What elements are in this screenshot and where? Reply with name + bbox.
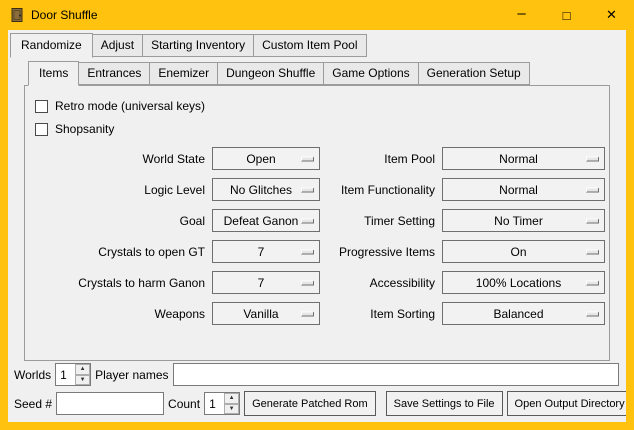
- client-area: Randomize Adjust Starting Inventory Cust…: [8, 30, 626, 422]
- world-state-label: World State: [33, 152, 205, 166]
- maximize-button[interactable]: □: [544, 0, 589, 30]
- generate-patched-rom-button[interactable]: Generate Patched Rom: [244, 391, 376, 416]
- window-controls: – □ ✕: [499, 0, 634, 30]
- dropdown-indicator-icon: [301, 187, 314, 192]
- bottom-bar: Worlds 1 ▲ ▼ Player names Seed # Count 1: [8, 363, 626, 422]
- tab-starting-inventory[interactable]: Starting Inventory: [142, 34, 254, 57]
- worlds-label: Worlds: [14, 368, 51, 382]
- item-pool-label: Item Pool: [327, 152, 435, 166]
- item-functionality-label: Item Functionality: [327, 183, 435, 197]
- retro-mode-row: Retro mode (universal keys): [35, 96, 601, 116]
- tab-items[interactable]: Items: [28, 61, 79, 86]
- dropdown-indicator-icon: [586, 187, 599, 192]
- player-names-label: Player names: [95, 368, 168, 382]
- dropdown-indicator-icon: [301, 311, 314, 316]
- shopsanity-label: Shopsanity: [55, 122, 114, 136]
- tab-dungeon-shuffle[interactable]: Dungeon Shuffle: [217, 62, 324, 85]
- tab-randomize[interactable]: Randomize: [10, 33, 93, 58]
- tab-generation-setup[interactable]: Generation Setup: [418, 62, 530, 85]
- inner-notebook: Items Entrances Enemizer Dungeon Shuffle…: [24, 61, 610, 361]
- close-button[interactable]: ✕: [589, 0, 634, 30]
- dropdown-indicator-icon: [301, 218, 314, 223]
- dropdown-indicator-icon: [301, 249, 314, 254]
- worlds-spinner[interactable]: 1 ▲ ▼: [55, 363, 91, 386]
- tab-custom-item-pool[interactable]: Custom Item Pool: [253, 34, 366, 57]
- weapons-label: Weapons: [33, 307, 205, 321]
- settings-grid: World State Open Item Pool Normal Logic …: [33, 147, 601, 325]
- crystals-ganon-label: Crystals to harm Ganon: [33, 276, 205, 290]
- tab-game-options[interactable]: Game Options: [323, 62, 418, 85]
- item-sorting-dropdown[interactable]: Balanced: [442, 302, 605, 325]
- goal-dropdown[interactable]: Defeat Ganon: [212, 209, 320, 232]
- spin-down-icon[interactable]: ▼: [75, 375, 90, 386]
- door-icon: [9, 7, 25, 23]
- save-settings-button[interactable]: Save Settings to File: [386, 391, 503, 416]
- retro-mode-checkbox[interactable]: [35, 100, 48, 113]
- dropdown-indicator-icon: [586, 156, 599, 161]
- open-output-directory-button[interactable]: Open Output Directory: [507, 391, 626, 416]
- dropdown-indicator-icon: [586, 311, 599, 316]
- timer-setting-dropdown[interactable]: No Timer: [442, 209, 605, 232]
- item-functionality-dropdown[interactable]: Normal: [442, 178, 605, 201]
- dropdown-indicator-icon: [586, 280, 599, 285]
- seed-row: Seed # Count 1 ▲ ▼ Generate Patched Rom …: [14, 391, 619, 416]
- player-names-input[interactable]: [173, 363, 620, 386]
- inner-tab-bar: Items Entrances Enemizer Dungeon Shuffle…: [28, 61, 610, 85]
- spin-down-icon[interactable]: ▼: [224, 404, 239, 415]
- count-spinner[interactable]: 1 ▲ ▼: [204, 392, 240, 415]
- crystals-ganon-dropdown[interactable]: 7: [212, 271, 320, 294]
- goal-label: Goal: [33, 214, 205, 228]
- timer-setting-label: Timer Setting: [327, 214, 435, 228]
- retro-mode-label: Retro mode (universal keys): [55, 99, 205, 113]
- count-label: Count: [168, 397, 200, 411]
- logic-level-label: Logic Level: [33, 183, 205, 197]
- shopsanity-checkbox[interactable]: [35, 123, 48, 136]
- tab-enemizer[interactable]: Enemizer: [149, 62, 218, 85]
- dropdown-indicator-icon: [301, 280, 314, 285]
- minimize-button[interactable]: –: [499, 0, 544, 30]
- outer-tab-bar: Randomize Adjust Starting Inventory Cust…: [10, 33, 626, 57]
- item-sorting-label: Item Sorting: [327, 307, 435, 321]
- accessibility-dropdown[interactable]: 100% Locations: [442, 271, 605, 294]
- shopsanity-row: Shopsanity: [35, 119, 601, 139]
- accessibility-label: Accessibility: [327, 276, 435, 290]
- dropdown-indicator-icon: [586, 249, 599, 254]
- dropdown-indicator-icon: [586, 218, 599, 223]
- world-state-dropdown[interactable]: Open: [212, 147, 320, 170]
- titlebar[interactable]: Door Shuffle – □ ✕: [0, 0, 634, 30]
- progressive-items-dropdown[interactable]: On: [442, 240, 605, 263]
- tab-adjust[interactable]: Adjust: [92, 34, 143, 57]
- worlds-row: Worlds 1 ▲ ▼ Player names: [14, 363, 619, 386]
- spin-up-icon[interactable]: ▲: [224, 393, 239, 404]
- items-panel: Retro mode (universal keys) Shopsanity W…: [24, 85, 610, 361]
- seed-input[interactable]: [56, 392, 164, 415]
- window-title: Door Shuffle: [31, 8, 98, 22]
- tab-entrances[interactable]: Entrances: [78, 62, 150, 85]
- spin-up-icon[interactable]: ▲: [75, 364, 90, 375]
- crystals-gt-label: Crystals to open GT: [33, 245, 205, 259]
- dropdown-indicator-icon: [301, 156, 314, 161]
- app-window: Door Shuffle – □ ✕ Randomize Adjust Star…: [0, 0, 634, 430]
- crystals-gt-dropdown[interactable]: 7: [212, 240, 320, 263]
- item-pool-dropdown[interactable]: Normal: [442, 147, 605, 170]
- seed-label: Seed #: [14, 397, 52, 411]
- weapons-dropdown[interactable]: Vanilla: [212, 302, 320, 325]
- progressive-items-label: Progressive Items: [327, 245, 435, 259]
- logic-level-dropdown[interactable]: No Glitches: [212, 178, 320, 201]
